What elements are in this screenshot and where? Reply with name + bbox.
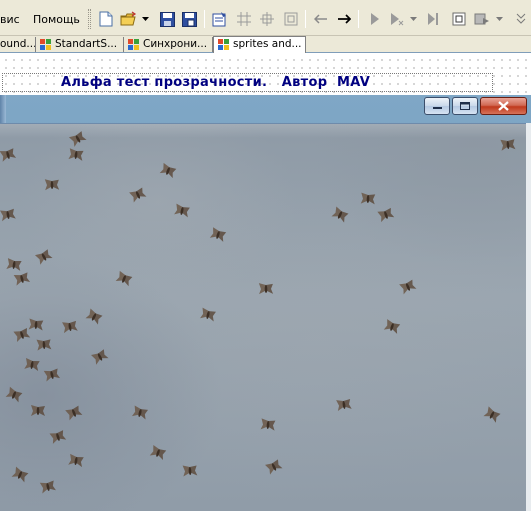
moth-sprite [260, 418, 276, 431]
tab-sinhroni[interactable]: Синхрони... [124, 37, 213, 52]
moth-sprite [34, 249, 53, 265]
moth-sprite [200, 307, 216, 322]
align-center-icon[interactable] [258, 9, 276, 29]
maximize-icon [460, 102, 470, 110]
new-file-icon[interactable] [97, 9, 115, 29]
moth-sprite [258, 283, 274, 295]
moth-sprite [36, 339, 52, 351]
form-label-control[interactable]: Альфа тест прозрачности. Автор MAV [2, 73, 493, 92]
running-app-window [0, 95, 531, 511]
toolbar-overflow-icon[interactable] [512, 9, 530, 29]
project-icon [128, 38, 139, 50]
moth-sprite [91, 349, 109, 365]
size-to-grid-icon[interactable] [282, 9, 300, 29]
toolbar-separator [305, 10, 306, 28]
document-tab-bar: ound... StandartS... Синхрони... sprites… [0, 36, 531, 53]
moth-sprite [68, 148, 84, 161]
form-label-text: Альфа тест прозрачности. Автор MAV [61, 75, 371, 90]
run-dropdown-icon[interactable] [408, 9, 418, 29]
moth-sprite [43, 368, 61, 382]
debug-options-icon[interactable] [473, 9, 491, 29]
run-to-cursor-icon[interactable] [388, 9, 406, 29]
moth-sprite [85, 308, 103, 325]
moth-sprite [49, 430, 67, 444]
open-dropdown-icon[interactable] [140, 9, 150, 29]
moth-sprite [331, 206, 349, 223]
moth-sprite [44, 179, 60, 191]
moth-sprite [5, 386, 23, 403]
minimize-button[interactable] [424, 97, 450, 115]
watch-window-icon[interactable] [450, 9, 468, 29]
minimize-icon [432, 107, 442, 109]
tab-label: StandartS... [55, 38, 118, 50]
tab-order-icon[interactable] [211, 9, 229, 29]
grid-icon[interactable] [235, 9, 253, 29]
close-button[interactable] [480, 97, 527, 115]
tab-label: ound... [0, 38, 36, 50]
tab-sound[interactable]: ound... [0, 37, 36, 52]
window-caption-controls [424, 97, 527, 115]
moth-sprite [6, 258, 22, 271]
tab-standarts[interactable]: StandartS... [36, 37, 124, 52]
menu-toolbar-strip: вис Помощь [0, 0, 531, 36]
toolbar-grip[interactable] [88, 9, 91, 29]
moth-sprite [182, 465, 198, 477]
moth-sprite [0, 208, 16, 222]
moth-sprite [149, 445, 167, 461]
moth-sprite [336, 398, 352, 412]
moth-sprite [174, 203, 190, 218]
moth-sprite [62, 320, 78, 334]
moth-sprite [377, 207, 395, 223]
sprite-canvas[interactable] [0, 123, 526, 511]
project-icon [218, 38, 229, 50]
moth-sprite [159, 162, 177, 179]
moth-sprite [483, 406, 501, 423]
moth-sprite [31, 405, 45, 416]
moth-sprite [11, 466, 29, 483]
open-folder-icon[interactable] [120, 9, 138, 29]
moth-sprite [265, 459, 283, 475]
close-icon [498, 101, 509, 111]
window-frame-right [526, 123, 531, 511]
save-icon[interactable] [158, 9, 176, 29]
moth-sprite [209, 227, 227, 242]
back-arrow-icon[interactable] [312, 9, 330, 29]
menu-help[interactable]: Помощь [33, 13, 80, 26]
run-icon[interactable] [366, 9, 384, 29]
moth-sprite [129, 187, 147, 203]
moth-sprite [115, 270, 133, 287]
menu-service[interactable]: вис [0, 13, 20, 26]
moth-sprite [0, 148, 17, 162]
moth-sprite [131, 405, 149, 420]
toolbar-separator [204, 10, 205, 28]
moth-sprite [13, 272, 31, 286]
debug-dropdown-icon[interactable] [494, 9, 504, 29]
moth-sprite [68, 453, 84, 468]
moth-sprite [24, 357, 40, 372]
moth-sprite [65, 405, 83, 421]
moth-sprite [28, 318, 44, 331]
save-all-icon[interactable] [180, 9, 198, 29]
form-designer-surface[interactable]: Альфа тест прозрачности. Автор MAV [0, 53, 531, 95]
tab-label: Синхрони... [143, 38, 208, 50]
moth-sprite [500, 139, 516, 151]
moth-sprite [39, 480, 56, 494]
toolbar-separator [358, 10, 359, 28]
moth-sprite [360, 192, 376, 205]
forward-arrow-icon[interactable] [335, 9, 353, 29]
moth-sprite [383, 319, 401, 334]
tab-label: sprites and... [233, 38, 302, 50]
tab-sprites-and[interactable]: sprites and... [213, 36, 306, 53]
project-icon [40, 38, 51, 50]
step-icon[interactable] [424, 9, 442, 29]
maximize-button[interactable] [452, 97, 478, 115]
moth-sprite [399, 279, 417, 295]
